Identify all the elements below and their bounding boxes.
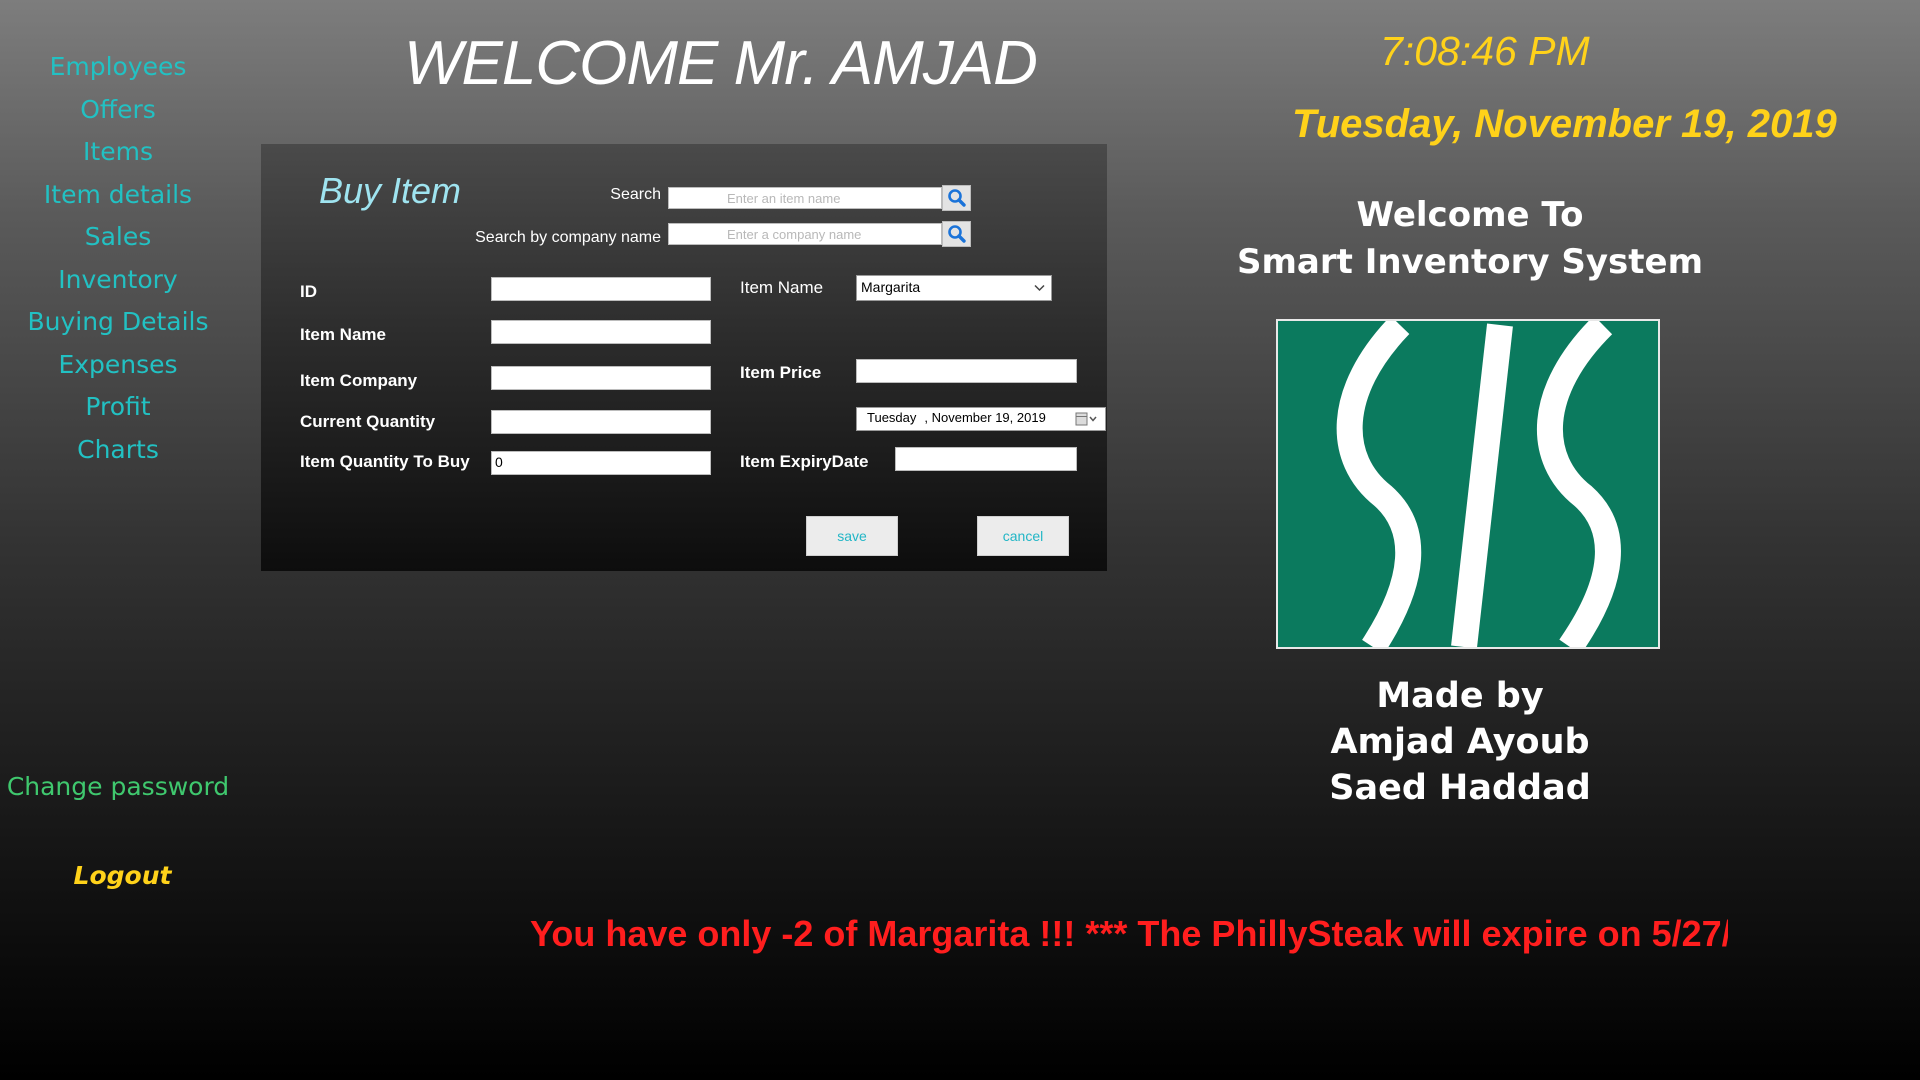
sidebar-nav: Employees Offers Items Item details Sale…	[0, 46, 236, 471]
item-company-input[interactable]	[491, 366, 711, 390]
nav-sales[interactable]: Sales	[0, 216, 236, 259]
nav-item-details[interactable]: Item details	[0, 174, 236, 217]
date-picker[interactable]: Tuesday , November 19, 2019	[856, 407, 1106, 431]
search-icon	[948, 189, 966, 207]
sis-logo	[1276, 319, 1660, 649]
buy-item-panel: Buy Item Search Enter an item name Searc…	[261, 144, 1107, 571]
current-date: Tuesday, November 19, 2019	[1292, 102, 1837, 146]
welcome-title: WELCOME Mr. AMJAD	[404, 29, 1038, 98]
cancel-button[interactable]: cancel	[977, 516, 1069, 556]
company-search-button[interactable]	[942, 221, 971, 247]
alert-ticker: You have only -2 of Margarita !!! *** Th…	[530, 913, 1728, 954]
save-button[interactable]: save	[806, 516, 898, 556]
author-name: Amjad Ayoub	[1330, 722, 1590, 762]
item-company-label: Item Company	[300, 371, 418, 390]
nav-employees[interactable]: Employees	[0, 46, 236, 89]
credits: Made by Amjad Ayoub Saed Haddad	[1210, 673, 1710, 811]
author-name: Saed Haddad	[1329, 768, 1591, 808]
change-password-link[interactable]: Change password	[0, 772, 236, 801]
search-label: Search	[610, 186, 661, 203]
clock-time: 7:08:46 PM	[1380, 28, 1590, 74]
made-by-label: Made by	[1376, 676, 1544, 716]
panel-title: Buy Item	[319, 170, 462, 211]
search-input[interactable]: Enter an item name	[668, 187, 942, 209]
calendar-icon	[1075, 412, 1097, 426]
welcome-to-line: Welcome To	[1356, 195, 1584, 235]
item-name-input[interactable]	[491, 320, 711, 344]
item-name-select-value: Margarita	[861, 279, 921, 295]
company-search-input[interactable]: Enter a company name	[668, 223, 942, 245]
nav-charts[interactable]: Charts	[0, 429, 236, 472]
logout-link[interactable]: Logout	[0, 861, 245, 890]
nav-buying-details[interactable]: Buying Details	[0, 301, 236, 344]
nav-inventory[interactable]: Inventory	[0, 259, 236, 302]
search-icon	[948, 225, 966, 243]
item-name-select-label: Item Name	[740, 278, 824, 297]
chevron-down-icon	[1034, 284, 1045, 292]
date-picker-date: , November 19, 2019	[924, 410, 1046, 425]
search-button[interactable]	[942, 185, 971, 211]
id-label: ID	[300, 282, 317, 301]
item-price-label: Item Price	[740, 363, 822, 382]
expiry-date-input[interactable]	[895, 447, 1077, 471]
nav-offers[interactable]: Offers	[0, 89, 236, 132]
expiry-date-label: Item ExpiryDate	[740, 452, 869, 471]
company-search-label: Search by company name	[475, 229, 661, 246]
nav-expenses[interactable]: Expenses	[0, 344, 236, 387]
current-quantity-label: Current Quantity	[300, 412, 436, 431]
current-quantity-input[interactable]	[491, 410, 711, 434]
welcome-to-text: Welcome To Smart Inventory System	[1230, 192, 1710, 286]
id-input[interactable]	[491, 277, 711, 301]
item-name-select[interactable]: Margarita	[856, 275, 1052, 301]
quantity-to-buy-label: Item Quantity To Buy	[300, 452, 470, 471]
item-price-input[interactable]	[856, 359, 1077, 383]
nav-items[interactable]: Items	[0, 131, 236, 174]
date-picker-day: Tuesday	[867, 410, 917, 425]
quantity-to-buy-input[interactable]: 0	[491, 451, 711, 475]
system-name: Smart Inventory System	[1236, 242, 1703, 282]
sis-logo-graphic	[1336, 321, 1621, 647]
nav-profit[interactable]: Profit	[0, 386, 236, 429]
item-name-label: Item Name	[300, 325, 386, 344]
